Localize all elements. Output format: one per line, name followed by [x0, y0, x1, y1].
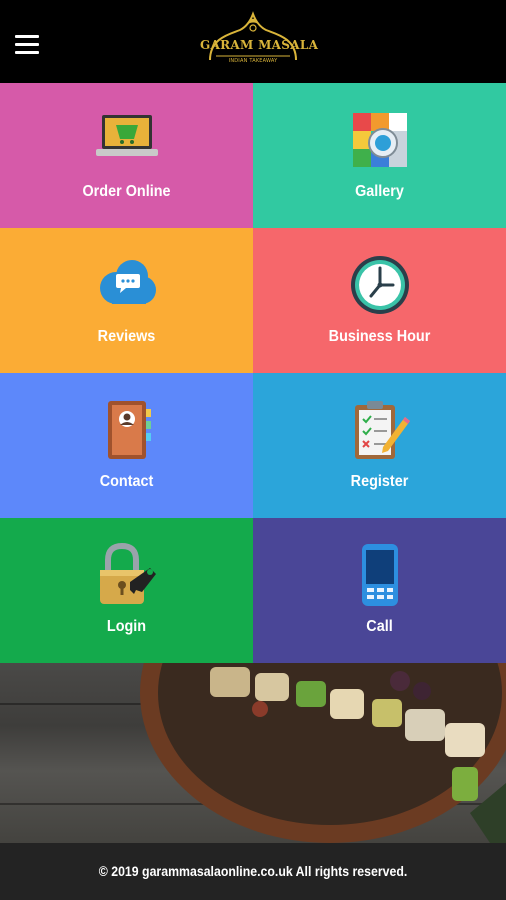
order-online-tile[interactable]: Order Online — [0, 83, 253, 228]
call-label: Call — [366, 618, 393, 635]
logo-subtitle: INDIAN TAKEAWAY — [228, 58, 278, 64]
garam-masala-logo: GARAM MASALA INDIAN TAKEAWAY — [200, 8, 319, 72]
laptop-cart-icon — [96, 115, 158, 156]
phone-icon — [362, 544, 398, 606]
order-online-label: Order Online — [82, 183, 171, 200]
address-book-icon — [108, 401, 151, 459]
clock-icon — [351, 256, 409, 314]
call-tile[interactable]: Call — [253, 518, 506, 663]
menu-grid: Order Online Gallery Reviews Business Ho… — [0, 83, 506, 663]
food-background-image — [0, 663, 506, 843]
business-hour-label: Business Hour — [328, 328, 431, 345]
business-hour-tile[interactable]: Business Hour — [253, 228, 506, 373]
login-label: Login — [106, 618, 147, 635]
contact-label: Contact — [99, 473, 154, 490]
register-tile[interactable]: Register — [253, 373, 506, 518]
chat-cloud-icon — [100, 260, 156, 304]
reviews-label: Reviews — [97, 328, 156, 345]
reviews-tile[interactable]: Reviews — [0, 228, 253, 373]
app-header: GARAM MASALA INDIAN TAKEAWAY — [0, 0, 506, 83]
register-label: Register — [350, 473, 409, 490]
gallery-tile[interactable]: Gallery — [253, 83, 506, 228]
login-tile[interactable]: Login — [0, 518, 253, 663]
copyright-text: © 2019 garammasalaonline.co.uk All right… — [98, 863, 408, 879]
padlock-key-icon — [100, 542, 156, 604]
gallery-label: Gallery — [355, 183, 404, 200]
app-footer: © 2019 garammasalaonline.co.uk All right… — [0, 843, 506, 900]
hamburger-menu-icon[interactable] — [12, 31, 42, 57]
logo-title: GARAM MASALA — [200, 38, 319, 52]
clipboard-pencil-icon — [355, 401, 410, 459]
contact-tile[interactable]: Contact — [0, 373, 253, 518]
gallery-icon — [353, 113, 407, 167]
